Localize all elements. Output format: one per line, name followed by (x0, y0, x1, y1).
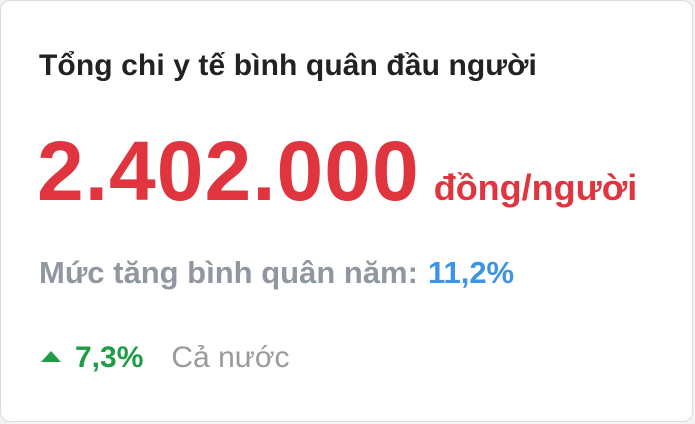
delta-scope: Cả nước (171, 341, 290, 374)
growth-value: 11,2% (427, 255, 515, 290)
value-unit: đồng/người (433, 167, 638, 208)
delta-row: 7,3% Cả nước (41, 341, 290, 375)
growth-row: Mức tăng bình quân năm: 11,2% (39, 255, 514, 291)
value-row: 2.402.000 đồng/người (37, 121, 637, 221)
card-title: Tổng chi y tế bình quân đầu người (39, 49, 537, 82)
triangle-up-icon (41, 350, 61, 362)
growth-label: Mức tăng bình quân năm: (39, 255, 418, 290)
stat-card: Tổng chi y tế bình quân đầu người 2.402.… (0, 0, 693, 422)
delta-value: 7,3% (75, 341, 144, 374)
main-value: 2.402.000 (37, 124, 420, 218)
